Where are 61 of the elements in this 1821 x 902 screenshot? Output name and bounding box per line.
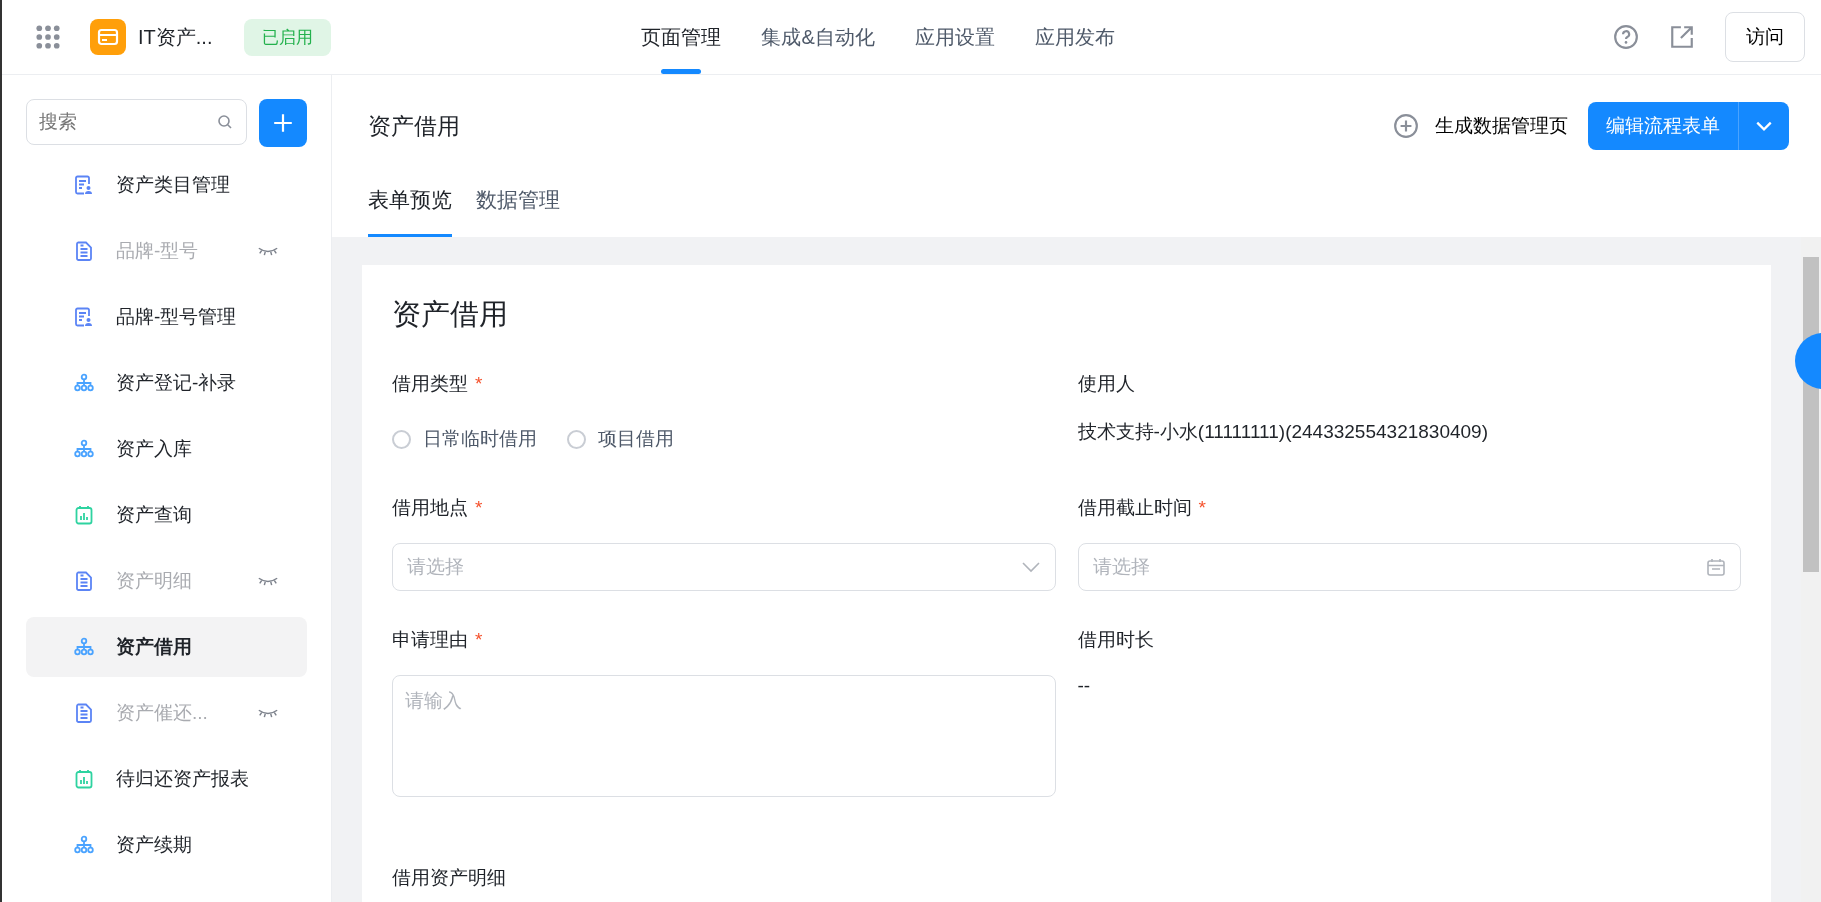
app-name: IT资产... bbox=[138, 24, 213, 50]
form-title: 资产借用 bbox=[392, 297, 509, 332]
closed-eye-icon bbox=[257, 708, 279, 718]
document-icon bbox=[74, 571, 94, 591]
radio-option[interactable]: 日常临时借用 bbox=[392, 426, 537, 452]
sidebar-item[interactable]: 资产登记-补录 bbox=[26, 353, 307, 413]
apps-grid-icon[interactable] bbox=[36, 25, 60, 49]
sidebar-item[interactable]: 资产查询 bbox=[26, 485, 307, 545]
add-button[interactable] bbox=[259, 99, 307, 147]
document-icon bbox=[74, 703, 94, 723]
textarea-field[interactable]: 请输入 bbox=[392, 675, 1056, 797]
status-badge: 已启用 bbox=[244, 18, 332, 56]
calendar-icon bbox=[1706, 557, 1726, 577]
sidebar-item[interactable]: 待归还资产报表 bbox=[26, 749, 307, 809]
form-user-icon bbox=[74, 307, 94, 327]
required-mark: * bbox=[475, 497, 483, 518]
field-value: -- bbox=[1077, 675, 1092, 698]
plus-circle-icon bbox=[1393, 113, 1419, 139]
section-label: 借用资产明细 bbox=[392, 866, 507, 890]
org-chart-icon bbox=[74, 835, 94, 855]
org-chart-icon bbox=[74, 439, 94, 459]
required-mark: * bbox=[475, 629, 483, 650]
field-label: 借用地点 bbox=[392, 497, 468, 518]
org-chart-icon bbox=[74, 373, 94, 393]
help-icon[interactable] bbox=[1613, 24, 1639, 50]
external-link-icon[interactable] bbox=[1669, 24, 1695, 50]
search-icon bbox=[217, 114, 233, 130]
chevron-down-icon bbox=[1020, 561, 1041, 573]
form-user-icon bbox=[74, 175, 94, 195]
search-field[interactable]: 搜索 bbox=[26, 99, 247, 145]
required-mark: * bbox=[1198, 497, 1206, 518]
document-icon bbox=[74, 241, 94, 261]
closed-eye-icon bbox=[257, 576, 279, 586]
sidebar-item[interactable]: 资产入库 bbox=[26, 419, 307, 479]
field-label: 借用类型 bbox=[392, 373, 468, 394]
field-label: 使用人 bbox=[1077, 373, 1135, 394]
card-logo-icon bbox=[90, 19, 126, 55]
bar-chart-icon bbox=[74, 505, 94, 525]
generate-data-page-link[interactable]: 生成数据管理页 bbox=[1393, 113, 1568, 139]
page-tab[interactable]: 数据管理 bbox=[476, 177, 560, 237]
sidebar-item[interactable]: 资产借用 bbox=[26, 617, 307, 677]
nav-tab[interactable]: 页面管理 bbox=[641, 0, 722, 74]
required-mark: * bbox=[475, 373, 483, 394]
field-label: 申请理由 bbox=[392, 629, 468, 650]
page-title: 资产借用 bbox=[368, 111, 460, 141]
bar-chart-icon bbox=[74, 769, 94, 789]
field-value: 技术支持-小水(11111111)(244332554321830409) bbox=[1077, 420, 1489, 444]
sidebar-item[interactable]: 品牌-型号管理 bbox=[26, 287, 307, 347]
chevron-down-icon bbox=[1755, 120, 1773, 132]
plus-icon bbox=[272, 112, 294, 134]
closed-eye-icon bbox=[257, 246, 279, 256]
radio-option[interactable]: 项目借用 bbox=[567, 426, 674, 452]
sidebar-item[interactable]: 资产类目管理 bbox=[26, 155, 307, 215]
field-label: 借用截止时间 bbox=[1077, 497, 1192, 518]
org-chart-icon bbox=[74, 637, 94, 657]
field-label: 借用时长 bbox=[1077, 629, 1154, 650]
nav-tab[interactable]: 应用发布 bbox=[1034, 0, 1115, 74]
nav-tab[interactable]: 应用设置 bbox=[914, 0, 995, 74]
nav-tab[interactable]: 集成&自动化 bbox=[761, 0, 875, 74]
sidebar-item[interactable]: 资产续期 bbox=[26, 815, 307, 875]
visit-button[interactable]: 访问 bbox=[1725, 12, 1805, 62]
